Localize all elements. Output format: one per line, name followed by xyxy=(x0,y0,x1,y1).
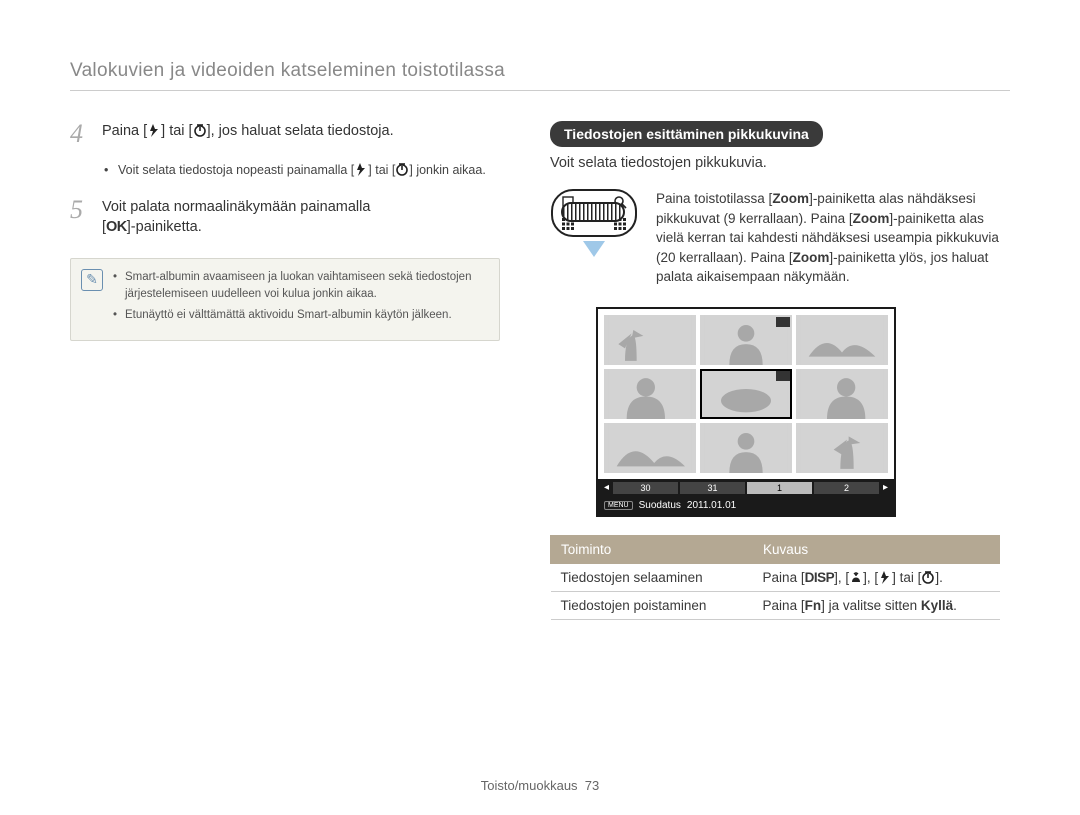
section-intro: Voit selata tiedostojen pikkukuvia. xyxy=(550,155,1000,171)
zoom-lever xyxy=(561,202,625,222)
thumbnail xyxy=(604,369,696,419)
timeline-seg: 31 xyxy=(680,482,745,494)
filter-date: 2011.01.01 xyxy=(687,500,736,511)
step-5: 5 Voit palata normaalinäkymään painamall… xyxy=(70,197,500,238)
note-bullet-2: Etunäyttö ei välttämättä aktivoidu Smart… xyxy=(113,307,485,324)
flash-icon xyxy=(354,162,368,176)
timer-icon xyxy=(395,162,409,176)
thumbnail xyxy=(796,315,888,365)
left-column: 4 Paina [] tai [], jos haluat selata tie… xyxy=(70,121,500,620)
thumbnail xyxy=(796,369,888,419)
prev-arrow-icon: ◂ xyxy=(602,482,611,493)
table-row: Tiedostojen poistaminen Paina [Fn] ja va… xyxy=(551,591,1000,619)
cell-delete-label: Tiedostojen poistaminen xyxy=(551,591,753,619)
cell-browse-label: Tiedostojen selaaminen xyxy=(551,563,753,591)
thumbnail xyxy=(700,423,792,473)
step-4-number: 4 xyxy=(70,121,90,147)
timer-icon xyxy=(921,570,935,584)
screen-mockup: ◂ 30 31 1 2 ▸ MENU Suodatus 2011.01.01 xyxy=(596,307,896,517)
page-header: Valokuvien ja videoiden katseleminen toi… xyxy=(70,60,1010,91)
table-header-kuvaus: Kuvaus xyxy=(753,535,1000,563)
video-icon xyxy=(776,317,790,327)
table-header-toiminto: Toiminto xyxy=(551,535,753,563)
timeline-seg: 30 xyxy=(613,482,678,494)
menu-chip: MENU xyxy=(604,501,633,510)
down-arrow-icon xyxy=(583,241,605,257)
note-icon: ✎ xyxy=(81,269,103,291)
cell-browse-desc: Paina [DISP], [], [] tai []. xyxy=(753,563,1000,591)
thumbnail xyxy=(604,315,696,365)
page-footer: Toisto/muokkaus 73 xyxy=(0,778,1080,793)
step-4-text: Paina [] tai [], jos haluat selata tiedo… xyxy=(102,121,394,147)
timeline-seg: 2 xyxy=(814,482,879,494)
thumbnail-selected xyxy=(700,369,792,419)
video-icon xyxy=(776,371,790,381)
thumbnail xyxy=(604,423,696,473)
section-badge: Tiedostojen esittäminen pikkukuvina xyxy=(550,121,823,147)
function-table: Toiminto Kuvaus Tiedostojen selaaminen P… xyxy=(550,535,1000,620)
screen-filter-bar: MENU Suodatus 2011.01.01 xyxy=(598,497,894,515)
zoom-illustration xyxy=(550,189,638,287)
macro-icon xyxy=(849,570,863,584)
flash-icon xyxy=(878,570,892,584)
step-4: 4 Paina [] tai [], jos haluat selata tie… xyxy=(70,121,500,147)
step-5-text: Voit palata normaalinäkymään painamalla … xyxy=(102,197,370,238)
thumbnail xyxy=(796,423,888,473)
filter-label: Suodatus xyxy=(639,500,681,511)
table-row: Tiedostojen selaaminen Paina [DISP], [],… xyxy=(551,563,1000,591)
zoom-instruction: Paina toistotilassa [Zoom]-painiketta al… xyxy=(550,189,1000,287)
right-column: Tiedostojen esittäminen pikkukuvina Voit… xyxy=(550,121,1000,620)
screen-timeline: ◂ 30 31 1 2 ▸ xyxy=(598,479,894,497)
cell-delete-desc: Paina [Fn] ja valitse sitten Kyllä. xyxy=(753,591,1000,619)
zoom-description: Paina toistotilassa [Zoom]-painiketta al… xyxy=(656,189,1000,287)
flash-icon xyxy=(147,123,161,137)
step-5-number: 5 xyxy=(70,197,90,238)
timeline-seg-active: 1 xyxy=(747,482,812,494)
next-arrow-icon: ▸ xyxy=(881,482,890,493)
note-bullet-1: Smart-albumin avaamiseen ja luokan vaiht… xyxy=(113,269,485,304)
note-box: ✎ Smart-albumin avaamiseen ja luokan vai… xyxy=(70,258,500,342)
timer-icon xyxy=(193,123,207,137)
thumbnail xyxy=(700,315,792,365)
step-4-bullet: Voit selata tiedostoja nopeasti painamal… xyxy=(104,161,500,179)
